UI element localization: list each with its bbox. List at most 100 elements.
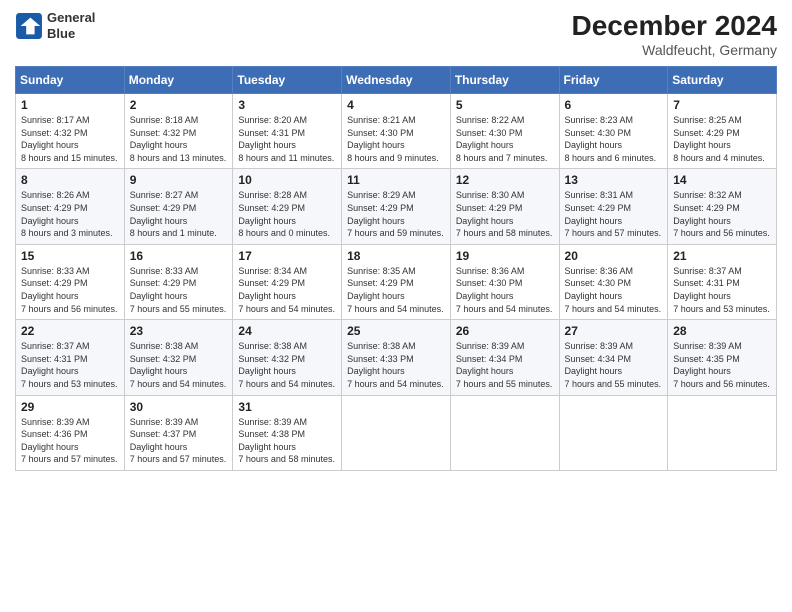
day-info: Sunrise: 8:21 AM Sunset: 4:30 PM Dayligh… [347,114,445,164]
day-info: Sunrise: 8:26 AM Sunset: 4:29 PM Dayligh… [21,189,119,239]
table-row: 26 Sunrise: 8:39 AM Sunset: 4:34 PM Dayl… [450,320,559,395]
day-number: 9 [130,173,228,187]
day-info: Sunrise: 8:39 AM Sunset: 4:35 PM Dayligh… [673,340,771,390]
table-row: 28 Sunrise: 8:39 AM Sunset: 4:35 PM Dayl… [668,320,777,395]
day-info: Sunrise: 8:34 AM Sunset: 4:29 PM Dayligh… [238,265,336,315]
location-title: Waldfeucht, Germany [572,42,777,58]
day-info: Sunrise: 8:35 AM Sunset: 4:29 PM Dayligh… [347,265,445,315]
day-number: 3 [238,98,336,112]
table-row: 25 Sunrise: 8:38 AM Sunset: 4:33 PM Dayl… [342,320,451,395]
table-row: 31 Sunrise: 8:39 AM Sunset: 4:38 PM Dayl… [233,395,342,470]
calendar-week-row: 22 Sunrise: 8:37 AM Sunset: 4:31 PM Dayl… [16,320,777,395]
day-info: Sunrise: 8:33 AM Sunset: 4:29 PM Dayligh… [130,265,228,315]
day-info: Sunrise: 8:18 AM Sunset: 4:32 PM Dayligh… [130,114,228,164]
table-row: 21 Sunrise: 8:37 AM Sunset: 4:31 PM Dayl… [668,244,777,319]
day-number: 21 [673,249,771,263]
day-number: 13 [565,173,663,187]
day-number: 20 [565,249,663,263]
table-row: 18 Sunrise: 8:35 AM Sunset: 4:29 PM Dayl… [342,244,451,319]
calendar-table: Sunday Monday Tuesday Wednesday Thursday… [15,66,777,471]
day-number: 24 [238,324,336,338]
logo-text: General Blue [47,10,95,41]
title-area: December 2024 Waldfeucht, Germany [572,10,777,58]
day-info: Sunrise: 8:27 AM Sunset: 4:29 PM Dayligh… [130,189,228,239]
table-row: 15 Sunrise: 8:33 AM Sunset: 4:29 PM Dayl… [16,244,125,319]
day-number: 26 [456,324,554,338]
day-number: 8 [21,173,119,187]
day-number: 6 [565,98,663,112]
table-row [559,395,668,470]
day-info: Sunrise: 8:39 AM Sunset: 4:37 PM Dayligh… [130,416,228,466]
table-row: 12 Sunrise: 8:30 AM Sunset: 4:29 PM Dayl… [450,169,559,244]
day-number: 1 [21,98,119,112]
col-wednesday: Wednesday [342,67,451,94]
day-info: Sunrise: 8:37 AM Sunset: 4:31 PM Dayligh… [673,265,771,315]
day-info: Sunrise: 8:25 AM Sunset: 4:29 PM Dayligh… [673,114,771,164]
day-number: 23 [130,324,228,338]
table-row: 14 Sunrise: 8:32 AM Sunset: 4:29 PM Dayl… [668,169,777,244]
day-info: Sunrise: 8:28 AM Sunset: 4:29 PM Dayligh… [238,189,336,239]
day-info: Sunrise: 8:31 AM Sunset: 4:29 PM Dayligh… [565,189,663,239]
table-row: 3 Sunrise: 8:20 AM Sunset: 4:31 PM Dayli… [233,94,342,169]
table-row: 8 Sunrise: 8:26 AM Sunset: 4:29 PM Dayli… [16,169,125,244]
day-info: Sunrise: 8:23 AM Sunset: 4:30 PM Dayligh… [565,114,663,164]
page-header: General Blue December 2024 Waldfeucht, G… [15,10,777,58]
table-row: 27 Sunrise: 8:39 AM Sunset: 4:34 PM Dayl… [559,320,668,395]
day-number: 14 [673,173,771,187]
table-row: 29 Sunrise: 8:39 AM Sunset: 4:36 PM Dayl… [16,395,125,470]
day-number: 10 [238,173,336,187]
calendar-week-row: 1 Sunrise: 8:17 AM Sunset: 4:32 PM Dayli… [16,94,777,169]
col-thursday: Thursday [450,67,559,94]
table-row: 16 Sunrise: 8:33 AM Sunset: 4:29 PM Dayl… [124,244,233,319]
day-number: 27 [565,324,663,338]
table-row: 24 Sunrise: 8:38 AM Sunset: 4:32 PM Dayl… [233,320,342,395]
table-row: 17 Sunrise: 8:34 AM Sunset: 4:29 PM Dayl… [233,244,342,319]
day-info: Sunrise: 8:17 AM Sunset: 4:32 PM Dayligh… [21,114,119,164]
day-number: 16 [130,249,228,263]
day-info: Sunrise: 8:39 AM Sunset: 4:38 PM Dayligh… [238,416,336,466]
day-number: 7 [673,98,771,112]
calendar-week-row: 8 Sunrise: 8:26 AM Sunset: 4:29 PM Dayli… [16,169,777,244]
table-row: 11 Sunrise: 8:29 AM Sunset: 4:29 PM Dayl… [342,169,451,244]
col-sunday: Sunday [16,67,125,94]
day-info: Sunrise: 8:20 AM Sunset: 4:31 PM Dayligh… [238,114,336,164]
table-row [342,395,451,470]
table-row: 5 Sunrise: 8:22 AM Sunset: 4:30 PM Dayli… [450,94,559,169]
calendar-week-row: 29 Sunrise: 8:39 AM Sunset: 4:36 PM Dayl… [16,395,777,470]
day-number: 19 [456,249,554,263]
table-row: 13 Sunrise: 8:31 AM Sunset: 4:29 PM Dayl… [559,169,668,244]
table-row [668,395,777,470]
logo: General Blue [15,10,95,41]
table-row: 4 Sunrise: 8:21 AM Sunset: 4:30 PM Dayli… [342,94,451,169]
col-friday: Friday [559,67,668,94]
table-row: 7 Sunrise: 8:25 AM Sunset: 4:29 PM Dayli… [668,94,777,169]
day-number: 18 [347,249,445,263]
day-info: Sunrise: 8:30 AM Sunset: 4:29 PM Dayligh… [456,189,554,239]
table-row: 23 Sunrise: 8:38 AM Sunset: 4:32 PM Dayl… [124,320,233,395]
logo-icon [15,12,43,40]
day-info: Sunrise: 8:38 AM Sunset: 4:32 PM Dayligh… [130,340,228,390]
calendar-header-row: Sunday Monday Tuesday Wednesday Thursday… [16,67,777,94]
table-row: 10 Sunrise: 8:28 AM Sunset: 4:29 PM Dayl… [233,169,342,244]
day-number: 31 [238,400,336,414]
day-number: 17 [238,249,336,263]
table-row: 1 Sunrise: 8:17 AM Sunset: 4:32 PM Dayli… [16,94,125,169]
day-info: Sunrise: 8:39 AM Sunset: 4:34 PM Dayligh… [456,340,554,390]
day-info: Sunrise: 8:22 AM Sunset: 4:30 PM Dayligh… [456,114,554,164]
day-number: 29 [21,400,119,414]
table-row: 9 Sunrise: 8:27 AM Sunset: 4:29 PM Dayli… [124,169,233,244]
table-row: 30 Sunrise: 8:39 AM Sunset: 4:37 PM Dayl… [124,395,233,470]
day-number: 30 [130,400,228,414]
day-info: Sunrise: 8:32 AM Sunset: 4:29 PM Dayligh… [673,189,771,239]
col-monday: Monday [124,67,233,94]
day-info: Sunrise: 8:38 AM Sunset: 4:33 PM Dayligh… [347,340,445,390]
month-title: December 2024 [572,10,777,42]
table-row: 22 Sunrise: 8:37 AM Sunset: 4:31 PM Dayl… [16,320,125,395]
day-info: Sunrise: 8:37 AM Sunset: 4:31 PM Dayligh… [21,340,119,390]
table-row [450,395,559,470]
day-info: Sunrise: 8:38 AM Sunset: 4:32 PM Dayligh… [238,340,336,390]
table-row: 19 Sunrise: 8:36 AM Sunset: 4:30 PM Dayl… [450,244,559,319]
day-info: Sunrise: 8:29 AM Sunset: 4:29 PM Dayligh… [347,189,445,239]
day-info: Sunrise: 8:39 AM Sunset: 4:34 PM Dayligh… [565,340,663,390]
day-info: Sunrise: 8:39 AM Sunset: 4:36 PM Dayligh… [21,416,119,466]
